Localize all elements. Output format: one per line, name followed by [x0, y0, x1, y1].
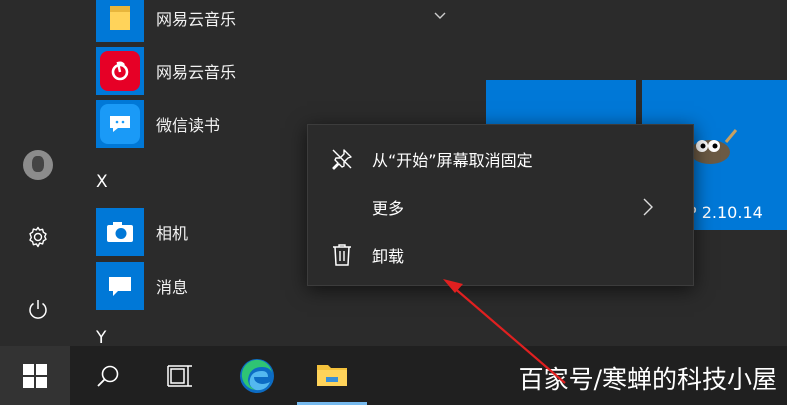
app-label: 微信读书 [156, 116, 221, 135]
start-left-rail [0, 0, 72, 346]
letter-header[interactable]: Y [96, 328, 106, 348]
start-button[interactable] [0, 346, 70, 405]
chevron-down-icon[interactable] [434, 12, 446, 20]
task-view-icon [167, 364, 192, 387]
menu-item-label: 从“开始”屏幕取消固定 [372, 151, 533, 170]
user-account-button[interactable] [20, 147, 56, 183]
camera-icon [96, 208, 144, 256]
chevron-right-icon [643, 198, 653, 216]
menu-item-more[interactable]: 更多 [308, 183, 693, 231]
avatar [23, 150, 53, 180]
list-item[interactable]: 微信读书 [96, 100, 220, 148]
windows-logo-icon [23, 363, 47, 388]
power-button[interactable] [20, 291, 56, 327]
task-view-button[interactable] [145, 346, 215, 405]
edge-icon [240, 358, 274, 393]
app-label: 相机 [156, 224, 189, 243]
power-icon [29, 300, 47, 319]
file-explorer-button[interactable] [297, 346, 367, 405]
app-label: 网易云音乐 [156, 63, 237, 82]
search-button[interactable] [73, 346, 143, 405]
tile-label: P 2.10.14 [687, 203, 763, 222]
weread-icon [96, 100, 144, 148]
list-item[interactable]: 网易云音乐 [96, 47, 236, 95]
menu-item-unpin[interactable]: 从“开始”屏幕取消固定 [308, 135, 693, 183]
netease-music-icon [96, 47, 144, 95]
watermark: 百家号/寒蝉的科技小屋 [518, 365, 777, 394]
messaging-icon [96, 262, 144, 310]
file-explorer-icon [317, 365, 347, 386]
search-icon [97, 365, 119, 387]
list-item[interactable]: 相机 [96, 208, 188, 256]
unpin-icon [330, 147, 354, 171]
app-label: 网易云音乐 [156, 10, 237, 29]
settings-button[interactable] [20, 219, 56, 255]
edge-button[interactable] [222, 346, 292, 405]
context-menu: 从“开始”屏幕取消固定 更多 卸载 [307, 124, 694, 286]
gear-icon [29, 226, 47, 248]
menu-item-uninstall[interactable]: 卸载 [308, 231, 693, 279]
folder-icon [96, 0, 144, 42]
list-item[interactable]: 网易云音乐 [96, 0, 446, 42]
letter-header[interactable]: X [96, 172, 108, 192]
trash-icon [330, 243, 354, 267]
list-item[interactable]: 消息 [96, 262, 188, 310]
app-label: 消息 [156, 278, 189, 297]
menu-item-label: 更多 [372, 199, 405, 218]
menu-item-label: 卸载 [372, 247, 405, 266]
